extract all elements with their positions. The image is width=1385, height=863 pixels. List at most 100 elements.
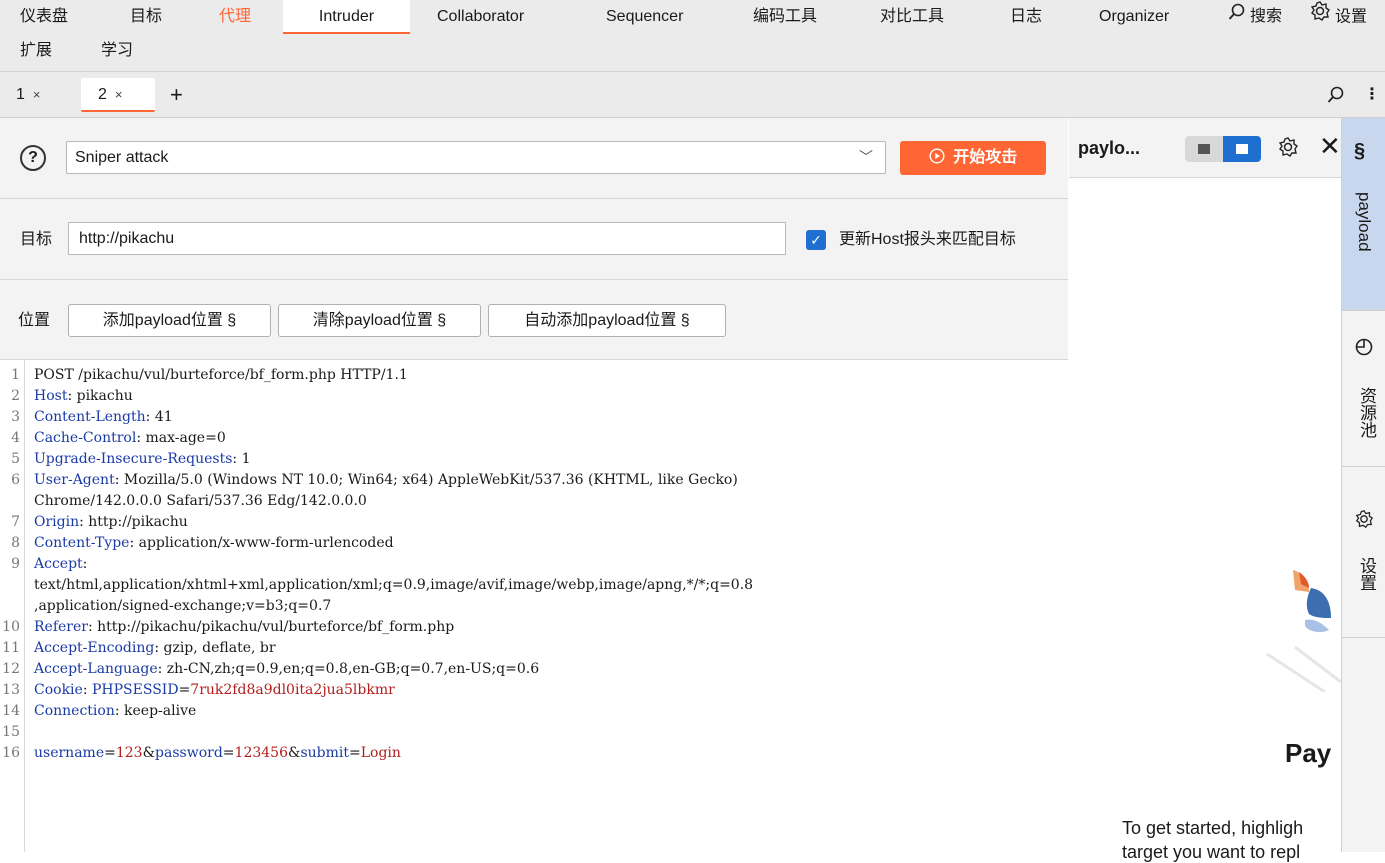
menu-comparer[interactable]: 对比工具 bbox=[880, 0, 944, 34]
code-text: : application/x-www-form-urlencoded bbox=[129, 535, 394, 551]
header-name: PHPSESSID bbox=[92, 682, 179, 698]
request-line-text: Referer: http://pikachu/pikachu/vul/burt… bbox=[34, 617, 454, 638]
side-panel-heading: Pay bbox=[1285, 738, 1332, 768]
code-text: & bbox=[287, 745, 301, 761]
chevron-down-icon: ﹀ bbox=[859, 149, 873, 165]
pie-chart-icon bbox=[1354, 337, 1374, 363]
line-number: 9 bbox=[11, 556, 20, 572]
help-icon[interactable]: ? bbox=[20, 145, 46, 171]
request-line-text: Cookie: PHPSESSID=7ruk2fd8a9dl0ita2jua5l… bbox=[34, 680, 395, 701]
tab-label: 1 bbox=[16, 86, 25, 103]
line-number: 4 bbox=[11, 430, 20, 446]
header-name: Content-Type bbox=[34, 535, 130, 551]
start-attack-button[interactable]: 开始攻击 bbox=[900, 141, 1046, 175]
side-panel-title: paylo... bbox=[1078, 138, 1141, 158]
add-payload-position-button[interactable]: 添加payload位置 § bbox=[68, 304, 271, 337]
code-text: = bbox=[178, 682, 191, 698]
menu-organizer[interactable]: Organizer bbox=[1099, 0, 1169, 34]
add-tab-icon[interactable]: + bbox=[170, 78, 183, 112]
code-text: : 41 bbox=[145, 409, 173, 425]
side-panel-text: To get started, highligh bbox=[1122, 818, 1304, 838]
intruder-tab-bar: 1 × 2 × + ⋮ bbox=[0, 72, 1385, 118]
header-name: Cookie bbox=[34, 682, 83, 698]
param-value: Login bbox=[360, 745, 401, 761]
search-icon bbox=[1228, 0, 1246, 34]
clear-payload-position-button[interactable]: 清除payload位置 § bbox=[278, 304, 481, 337]
code-text: = bbox=[104, 745, 116, 761]
close-icon[interactable]: × bbox=[33, 87, 41, 102]
param-value: 123 bbox=[115, 745, 143, 761]
code-text: : http://pikachu/pikachu/vul/burteforce/… bbox=[87, 619, 455, 635]
more-icon[interactable]: ⋮ bbox=[1364, 78, 1380, 112]
menu-decoder[interactable]: 编码工具 bbox=[753, 0, 817, 34]
header-name: Cache-Control bbox=[34, 430, 137, 446]
line-number: 10 bbox=[2, 619, 20, 635]
menu-intruder[interactable]: Intruder bbox=[283, 0, 410, 34]
code-text: = bbox=[222, 745, 235, 761]
param-value: 123456 bbox=[234, 745, 288, 761]
vtab-resource-pool[interactable]: 资源池 bbox=[1342, 310, 1385, 466]
line-number: 14 bbox=[2, 703, 20, 719]
menu-logger[interactable]: 日志 bbox=[1010, 0, 1042, 34]
header-name: Accept bbox=[34, 556, 83, 572]
code-text: : keep-alive bbox=[114, 703, 197, 719]
request-line-text: POST /pikachu/vul/burteforce/bf_form.php… bbox=[34, 365, 408, 386]
vtab-payload-label: payload bbox=[1355, 192, 1374, 252]
request-line-text: Cache-Control: max-age=0 bbox=[34, 428, 226, 449]
line-number: 5 bbox=[11, 451, 20, 467]
target-row: 目标 http://pikachu ✓ 更新Host报头来匹配目标 bbox=[0, 199, 1068, 280]
positions-label: 位置 bbox=[18, 312, 51, 329]
side-panel-text-2: target you want to repl bbox=[1122, 842, 1301, 862]
vtab-settings-label: 设置 bbox=[1357, 557, 1376, 591]
search-label: 搜索 bbox=[1250, 8, 1283, 26]
request-line-text: Origin: http://pikachu bbox=[34, 512, 188, 533]
header-name: password bbox=[155, 745, 223, 761]
layout-panel-icon[interactable] bbox=[1223, 136, 1261, 162]
header-name: Host bbox=[34, 388, 68, 404]
menu-dashboard[interactable]: 仪表盘 bbox=[20, 0, 68, 34]
line-number: 13 bbox=[2, 682, 20, 698]
request-line-text: User-Agent: Mozilla/5.0 (Windows NT 10.0… bbox=[34, 470, 738, 491]
layout-split-icon[interactable] bbox=[1185, 136, 1223, 162]
request-editor[interactable]: 1 POST /pikachu/vul/burteforce/bf_form.ph… bbox=[0, 360, 1068, 852]
request-line-text: Content-Type: application/x-www-form-url… bbox=[34, 533, 394, 554]
code-text: : bbox=[82, 556, 88, 572]
header-name: submit bbox=[300, 745, 349, 761]
settings-label: 设置 bbox=[1335, 8, 1368, 26]
auto-add-payload-position-button[interactable]: 自动添加payload位置 § bbox=[488, 304, 726, 337]
target-url-input[interactable]: http://pikachu bbox=[68, 222, 786, 255]
update-host-checkbox[interactable]: ✓ bbox=[806, 230, 826, 250]
request-line-text: Content-Length: 41 bbox=[34, 407, 173, 428]
request-line-text: text/html,application/xhtml+xml,applicat… bbox=[34, 575, 753, 596]
vtab-payload[interactable]: § payload bbox=[1342, 118, 1385, 310]
vtab-settings[interactable]: 设置 bbox=[1342, 466, 1385, 638]
code-text: : gzip, deflate, br bbox=[154, 640, 276, 656]
menu-sequencer[interactable]: Sequencer bbox=[606, 0, 683, 34]
menu-extensions[interactable]: 扩展 bbox=[20, 34, 52, 68]
menu-settings[interactable]: 设置 bbox=[1309, 0, 1367, 34]
menu-target[interactable]: 目标 bbox=[130, 0, 162, 34]
tab-search-icon[interactable] bbox=[1327, 78, 1345, 112]
request-line-text: Accept: bbox=[34, 554, 87, 575]
gear-icon bbox=[1354, 509, 1374, 535]
close-panel-icon[interactable]: ✕ bbox=[1319, 131, 1341, 161]
header-name: Referer bbox=[34, 619, 88, 635]
tab-2[interactable]: 2 × bbox=[81, 78, 155, 112]
request-line-text: ,application/signed-exchange;v=b3;q=0.7 bbox=[34, 596, 331, 617]
header-name: username bbox=[34, 745, 105, 761]
menu-collaborator[interactable]: Collaborator bbox=[437, 0, 524, 34]
intruder-config-panel: ? Sniper attack ﹀ 开始攻击 目标 http://pikachu… bbox=[0, 118, 1068, 852]
header-name: User-Agent bbox=[34, 472, 115, 488]
menu-search[interactable]: 搜索 bbox=[1228, 0, 1282, 34]
code-text: : zh-CN,zh;q=0.9,en;q=0.8,en-GB;q=0.7,en… bbox=[157, 661, 540, 677]
attack-type-select[interactable]: Sniper attack ﹀ bbox=[66, 141, 886, 174]
payload-side-panel: paylo... ✕ Pay To get started, highligh … bbox=[1069, 118, 1342, 862]
tab-1[interactable]: 1 × bbox=[16, 78, 74, 112]
menu-learn[interactable]: 学习 bbox=[101, 34, 133, 68]
menu-proxy[interactable]: 代理 bbox=[219, 0, 251, 34]
panel-settings-icon[interactable] bbox=[1277, 136, 1299, 163]
layout-toggle[interactable] bbox=[1185, 136, 1261, 162]
update-host-label: 更新Host报头来匹配目标 bbox=[839, 231, 1016, 248]
close-icon[interactable]: × bbox=[115, 87, 123, 102]
header-name: Accept-Encoding bbox=[34, 640, 155, 656]
